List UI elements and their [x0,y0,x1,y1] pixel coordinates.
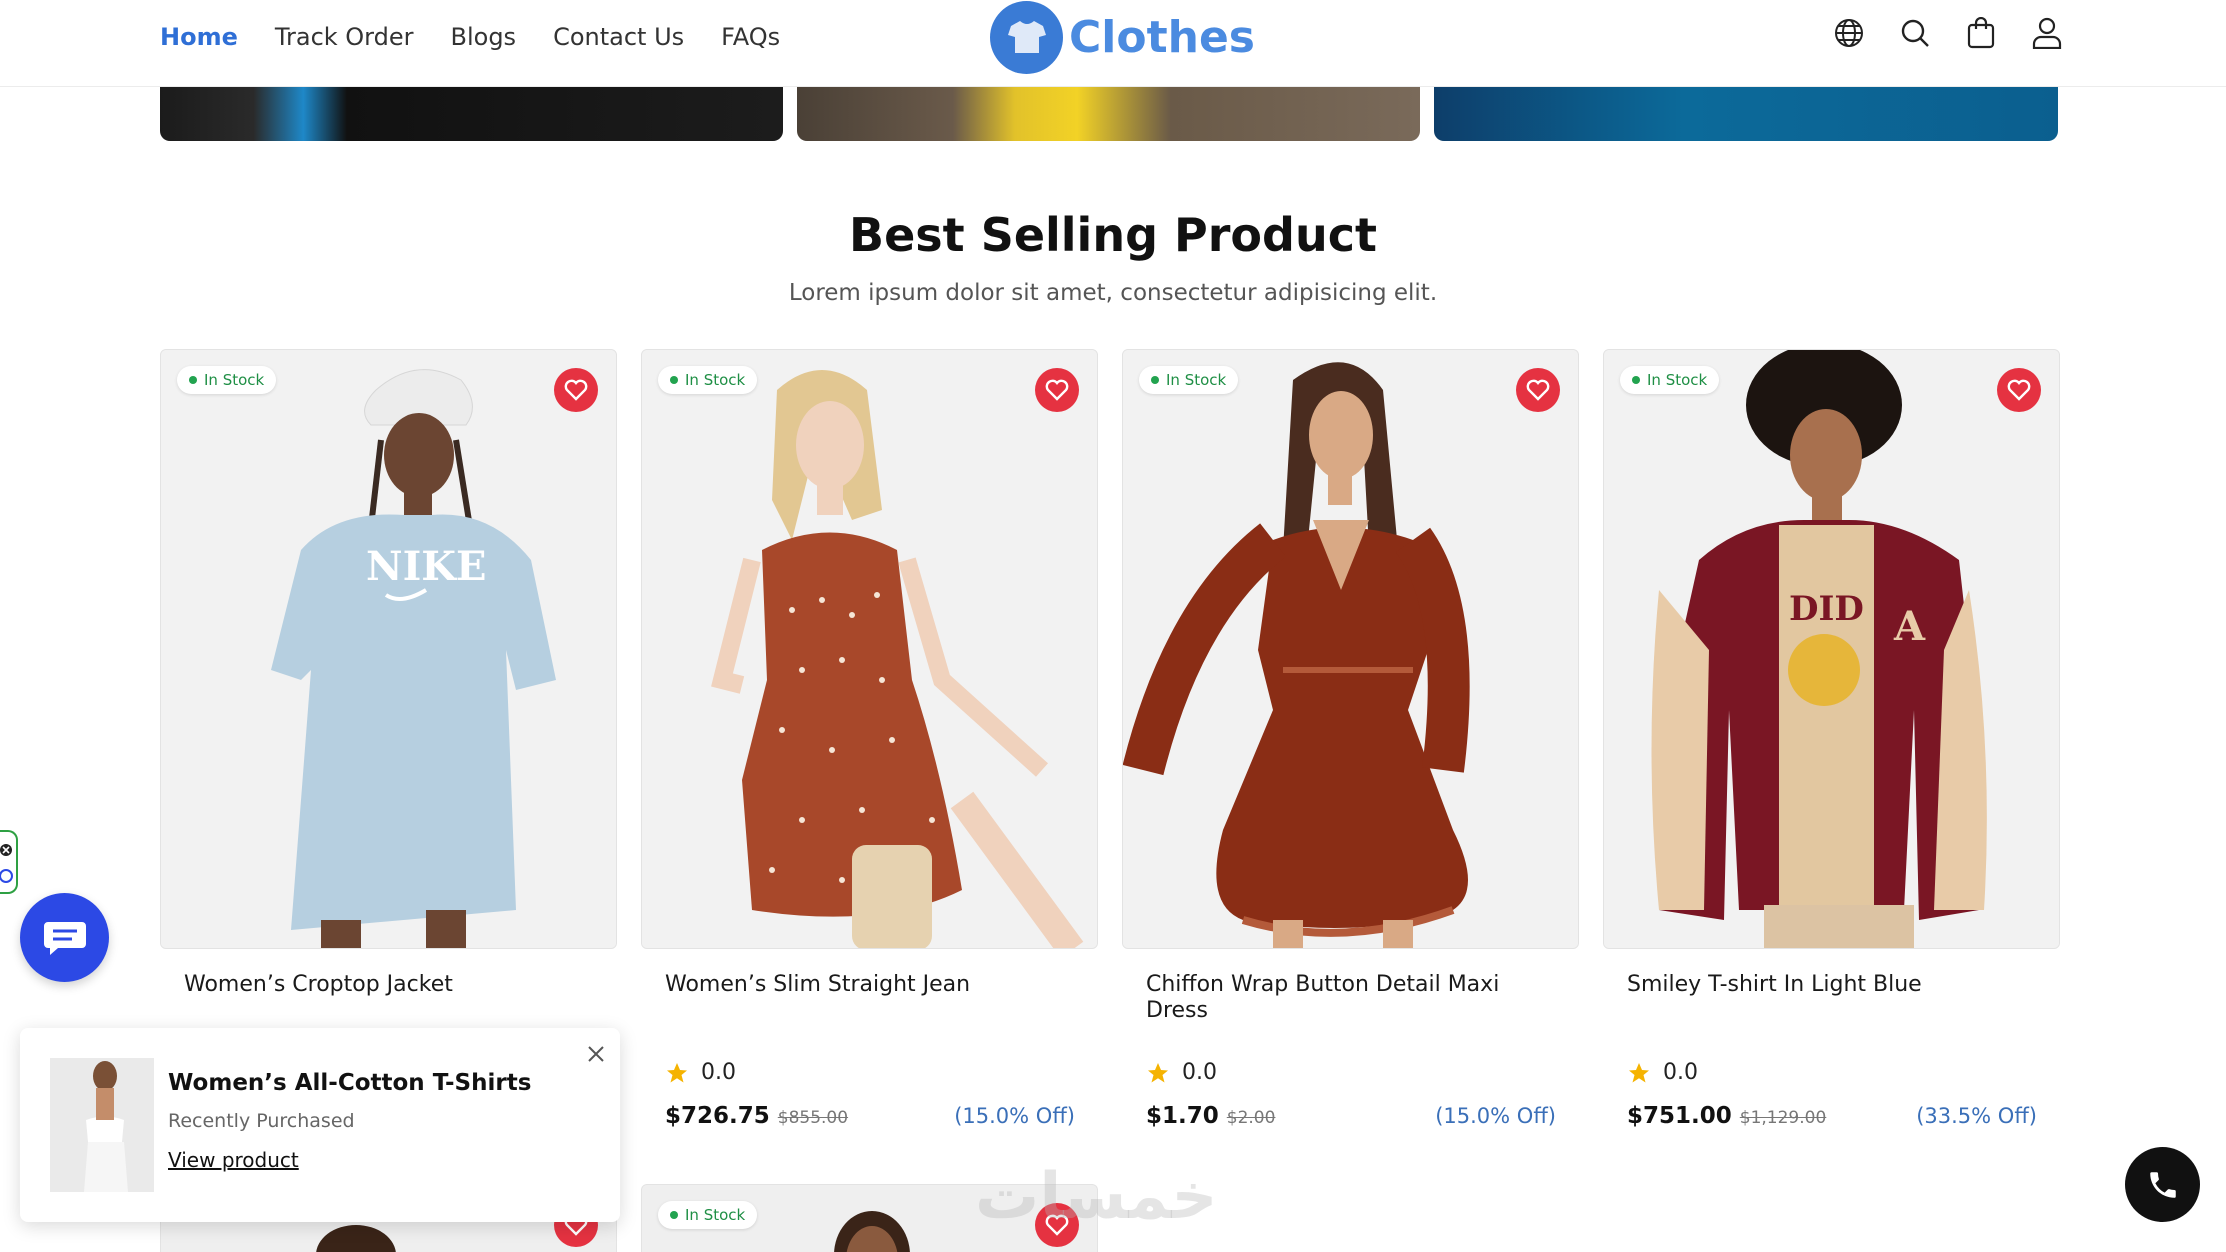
product-image[interactable]: NIKE In Stock [160,349,617,949]
product-name[interactable]: Women’s Slim Straight Jean [665,972,1075,998]
product-rating: 0.0 [1627,1060,1698,1085]
stock-badge: In Stock [1620,366,1720,394]
watermark: خمسات [975,1160,1218,1234]
product-image[interactable]: DID A In Stock [1603,349,2060,949]
stock-dot [1632,376,1640,384]
nav-track-order[interactable]: Track Order [275,23,414,51]
stock-badge: In Stock [1139,366,1239,394]
category-banner-1[interactable] [160,87,783,141]
side-widget-tab[interactable] [0,830,18,894]
product-photo-varsity-jacket: DID A [1604,350,2059,948]
phone-call-button[interactable] [2125,1147,2200,1222]
product-photo-tshirt-dress: NIKE [161,350,616,948]
user-icon[interactable] [2028,14,2066,52]
nav-blogs[interactable]: Blogs [451,23,517,51]
product-name[interactable]: Chiffon Wrap Button Detail Maxi Dress [1146,972,1556,1024]
product-image[interactable]: In Stock [641,349,1098,949]
svg-text:DID: DID [1789,589,1864,629]
tshirt-logo-icon [990,0,1063,74]
current-price: $751.00 [1627,1103,1732,1129]
current-price: $1.70 [1146,1103,1219,1129]
original-price: $1,129.00 [1739,1108,1827,1128]
product-card[interactable]: NIKE In Stock Women’s Croptop Jacket [160,349,617,997]
main-nav: Home Track Order Blogs Contact Us FAQs [160,0,780,74]
wishlist-heart-icon[interactable] [1997,368,2041,412]
svg-text:A: A [1893,603,1926,650]
stock-badge: In Stock [658,1201,758,1229]
price-row: $1.70 $2.00 (15.0% Off) [1146,1103,1556,1129]
stock-dot [670,376,678,384]
stock-label: In Stock [685,1206,746,1224]
product-card[interactable]: DID A In Stock Smiley T-shirt In Light B… [1603,349,2060,1129]
chat-bubble-icon [43,921,86,955]
view-product-link[interactable]: View product [168,1148,299,1172]
discount-label: (33.5% Off) [1916,1104,2037,1128]
current-price: $726.75 [665,1103,770,1129]
close-icon[interactable] [584,1042,608,1066]
chat-button[interactable] [20,893,109,982]
category-banner-3[interactable] [1434,87,2058,141]
stock-label: In Stock [1647,371,1708,389]
rating-value: 0.0 [1663,1060,1698,1085]
nav-home[interactable]: Home [160,23,238,51]
section-title: Best Selling Product [849,208,1377,262]
shopping-bag-icon[interactable] [1962,14,2000,52]
product-card[interactable]: In Stock Chiffon Wrap Button Detail Maxi… [1122,349,1579,1129]
nav-faqs[interactable]: FAQs [721,23,780,51]
site-header: Home Track Order Blogs Contact Us FAQs C… [0,0,2226,87]
stock-label: In Stock [685,371,746,389]
popup-subtitle: Recently Purchased [168,1110,355,1132]
price-row: $726.75 $855.00 (15.0% Off) [665,1103,1075,1129]
star-icon [667,1062,687,1082]
category-banners [160,87,2058,141]
discount-label: (15.0% Off) [1435,1104,1556,1128]
recent-purchase-popup: Women’s All-Cotton T-Shirts Recently Pur… [20,1028,620,1222]
search-icon[interactable] [1896,14,1934,52]
section-subtitle: Lorem ipsum dolor sit amet, consectetur … [788,280,1438,306]
header-actions [1830,14,2066,52]
rating-value: 0.0 [1182,1060,1217,1085]
stock-label: In Stock [1166,371,1227,389]
wishlist-heart-icon[interactable] [554,368,598,412]
rating-value: 0.0 [701,1060,736,1085]
globe-icon[interactable] [1830,14,1868,52]
original-price: $855.00 [777,1108,849,1128]
product-image[interactable]: In Stock [1122,349,1579,949]
product-name[interactable]: Women’s Croptop Jacket [184,972,594,998]
nav-contact-us[interactable]: Contact Us [553,23,684,51]
stock-dot [670,1211,678,1219]
price-row: $751.00 $1,129.00 (33.5% Off) [1627,1103,2037,1129]
product-name[interactable]: Smiley T-shirt In Light Blue [1627,972,2037,998]
star-icon [1148,1062,1168,1082]
product-card[interactable]: In Stock Women’s Slim Straight Jean 0.0 … [641,349,1098,1129]
category-banner-2[interactable] [797,87,1420,141]
stock-label: In Stock [204,371,265,389]
stock-badge: In Stock [658,366,758,394]
product-rating: 0.0 [665,1060,736,1085]
popup-product-title: Women’s All-Cotton T-Shirts [168,1070,532,1096]
wishlist-heart-icon[interactable] [1516,368,1560,412]
stock-dot [189,376,197,384]
logo-text: Clothes [1069,11,1255,63]
product-photo-polka-dress [642,350,1097,948]
discount-label: (15.0% Off) [954,1104,1075,1128]
original-price: $2.00 [1226,1108,1276,1128]
phone-icon [2149,1171,2176,1198]
stock-dot [1151,376,1159,384]
wishlist-heart-icon[interactable] [1035,368,1079,412]
site-logo[interactable]: Clothes [990,0,1255,74]
stock-badge: In Stock [177,366,277,394]
product-photo-velvet-dress [1123,350,1578,948]
svg-text:NIKE: NIKE [366,543,487,590]
product-rating: 0.0 [1146,1060,1217,1085]
popup-product-thumbnail[interactable] [50,1058,154,1192]
star-icon [1629,1062,1649,1082]
